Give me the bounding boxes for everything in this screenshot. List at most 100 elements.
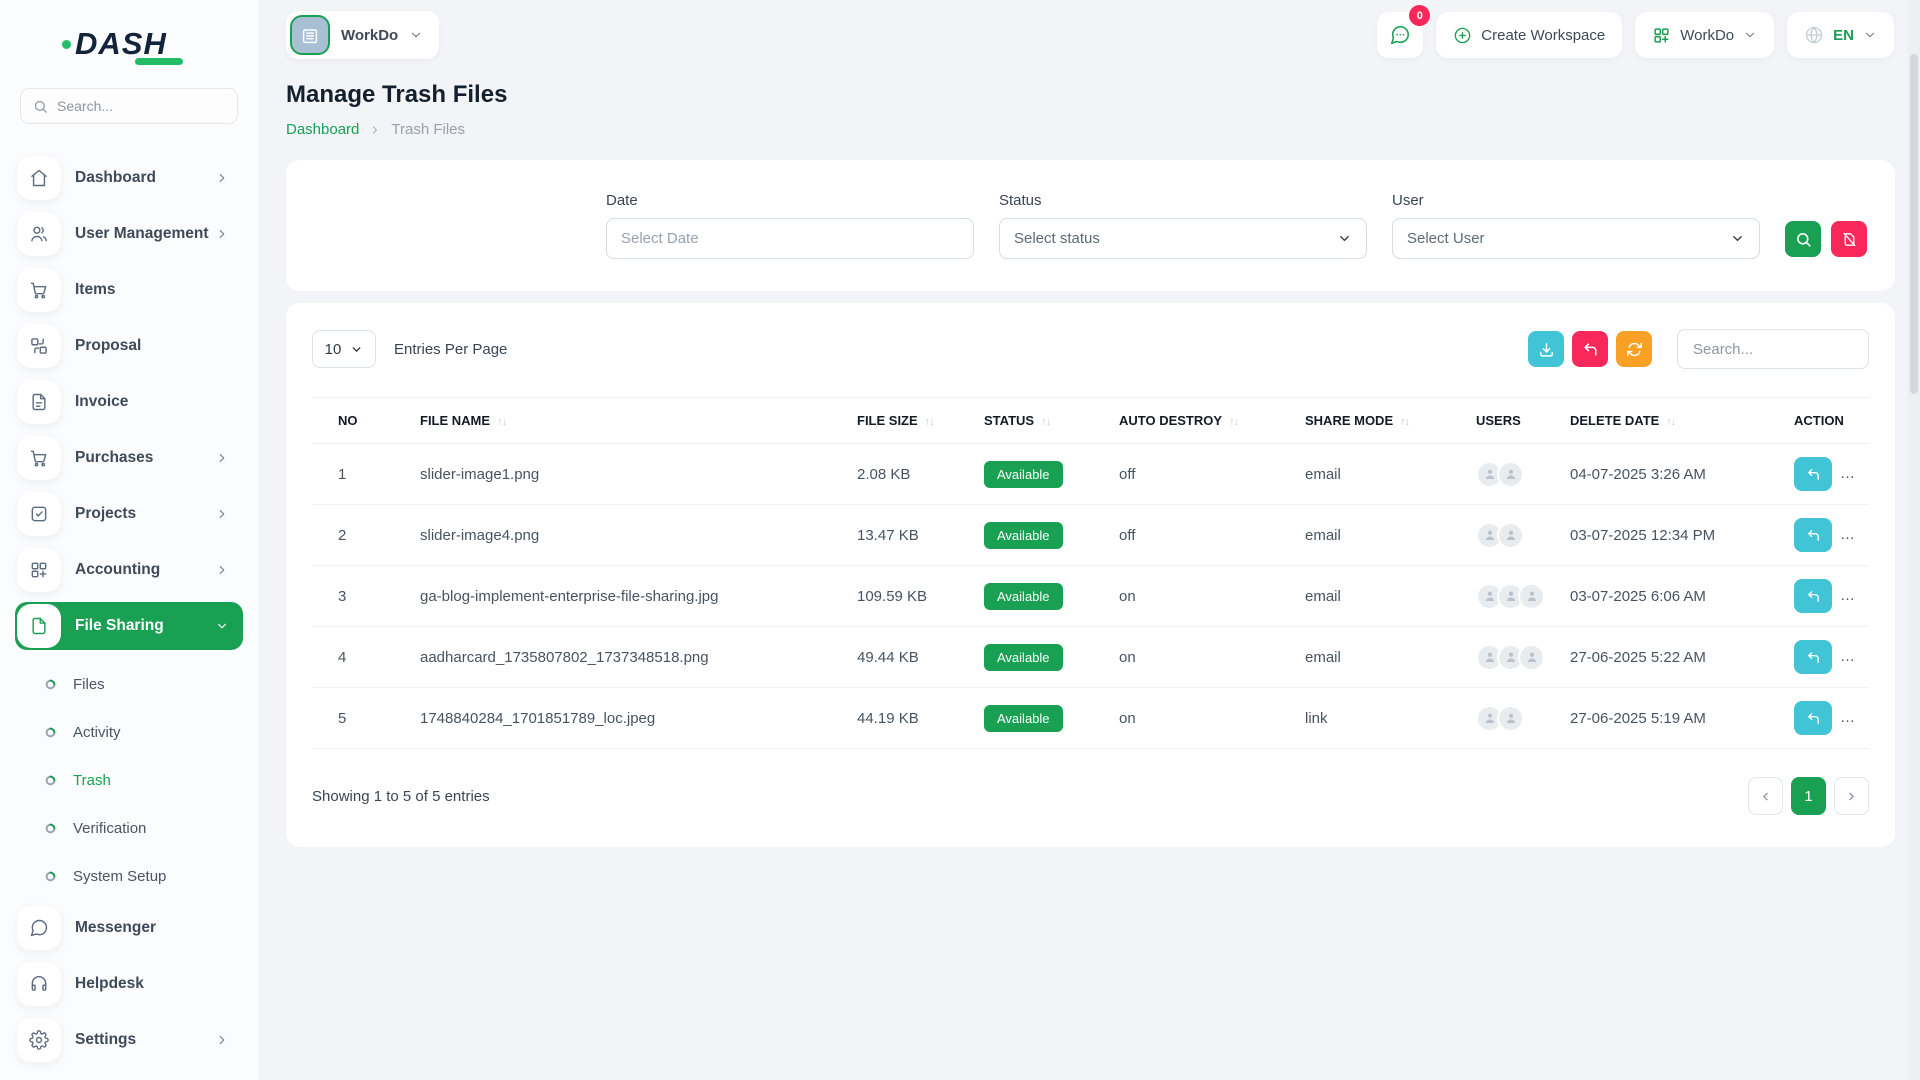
column-header-status[interactable]: STATUS↑↓ — [976, 398, 1111, 444]
cell-auto-destroy: off — [1111, 505, 1297, 566]
cell-delete-date: 03-07-2025 12:34 PM — [1562, 505, 1786, 566]
plus-circle-icon — [1453, 26, 1472, 45]
status-filter-select[interactable]: Select status — [999, 218, 1367, 259]
sidebar-item-accounting[interactable]: Accounting — [15, 546, 243, 594]
column-header-share-mode[interactable]: SHARE MODE↑↓ — [1297, 398, 1468, 444]
sidebar-item-items[interactable]: Items — [15, 266, 243, 314]
file-icon — [17, 604, 61, 648]
chevron-left-icon — [1759, 790, 1772, 803]
pagination: 1 — [1748, 777, 1869, 815]
sort-icon: ↑↓ — [1666, 416, 1675, 428]
user-filter-select[interactable]: Select User — [1392, 218, 1760, 259]
status-filter-label: Status — [999, 192, 1367, 209]
chevron-right-icon — [215, 563, 229, 577]
prev-page-button[interactable] — [1748, 777, 1783, 815]
table-search-input[interactable] — [1677, 329, 1869, 369]
sidebar-subitem-activity[interactable]: Activity — [15, 708, 243, 756]
language-label: EN — [1833, 27, 1854, 44]
headset-icon — [17, 962, 61, 1006]
app-logo[interactable]: DASH — [0, 0, 258, 62]
column-label: AUTO DESTROY — [1119, 413, 1222, 428]
next-page-button[interactable] — [1834, 777, 1869, 815]
sidebar-search-input[interactable] — [57, 98, 225, 114]
sidebar-item-user-management[interactable]: User Management — [15, 210, 243, 258]
refresh-icon — [1626, 341, 1643, 358]
sidebar-item-messenger[interactable]: Messenger — [15, 904, 243, 952]
workspace-selector[interactable]: WorkDo — [286, 11, 439, 59]
sidebar-subitem-system-setup[interactable]: System Setup — [15, 852, 243, 900]
sort-icon: ↑↓ — [1229, 416, 1238, 428]
sidebar-item-helpdesk[interactable]: Helpdesk — [15, 960, 243, 1008]
restore-button[interactable] — [1794, 518, 1832, 552]
status-badge: Available — [984, 522, 1063, 549]
chat-icon — [1389, 24, 1411, 46]
ring-icon — [45, 727, 56, 738]
sidebar-subitem-trash[interactable]: Trash — [15, 756, 243, 804]
sidebar-search[interactable] — [20, 88, 238, 124]
sidebar-item-proposal[interactable]: Proposal — [15, 322, 243, 370]
trash-files-panel: 10 Entries Per Page — [286, 303, 1895, 847]
date-filter-input[interactable] — [606, 218, 974, 259]
cell-file-size: 49.44 KB — [849, 627, 976, 688]
sidebar-subitem-label: Files — [73, 676, 105, 693]
sidebar-subitem-files[interactable]: Files — [15, 660, 243, 708]
page-size-select[interactable]: 10 — [312, 330, 376, 368]
column-label: FILE NAME — [420, 413, 490, 428]
table-row: 1slider-image1.png2.08 KBAvailableoffema… — [312, 444, 1869, 505]
sidebar-item-settings[interactable]: Settings — [15, 1016, 243, 1064]
cell-no: 5 — [312, 688, 412, 749]
column-header-auto-destroy[interactable]: AUTO DESTROY ↑↓ — [1111, 398, 1297, 444]
sidebar-item-label: File Sharing — [75, 617, 215, 635]
cell-delete-date: 03-07-2025 6:06 AM — [1562, 566, 1786, 627]
reset-filter-button[interactable] — [1831, 221, 1867, 257]
column-header-file-size[interactable]: FILE SIZE↑↓ — [849, 398, 976, 444]
chat-icon — [17, 906, 61, 950]
cell-file-size: 2.08 KB — [849, 444, 976, 505]
language-selector[interactable]: EN — [1787, 12, 1894, 58]
users-avatars — [1476, 705, 1554, 732]
column-header-file-name[interactable]: FILE NAME↑↓ — [412, 398, 849, 444]
create-workspace-button[interactable]: Create Workspace — [1436, 12, 1622, 58]
scrollbar-thumb[interactable] — [1910, 54, 1918, 394]
cell-file-size: 13.47 KB — [849, 505, 976, 566]
cell-no: 3 — [312, 566, 412, 627]
workspace-avatar-building-icon — [290, 15, 330, 55]
cell-share-mode: email — [1297, 627, 1468, 688]
apply-filter-button[interactable] — [1785, 221, 1821, 257]
column-header-delete-date[interactable]: DELETE DATE↑↓ — [1562, 398, 1786, 444]
user-avatar — [1497, 705, 1524, 732]
restore-button[interactable] — [1794, 457, 1832, 491]
sidebar-item-projects[interactable]: Projects — [15, 490, 243, 538]
sidebar-item-file-sharing[interactable]: File Sharing — [15, 602, 243, 650]
breadcrumb-dashboard-link[interactable]: Dashboard — [286, 121, 359, 138]
column-header-no: NO — [312, 398, 412, 444]
page-1-button[interactable]: 1 — [1791, 777, 1826, 815]
download-icon — [1538, 341, 1555, 358]
restore-button[interactable] — [1794, 701, 1832, 735]
sidebar-item-dashboard[interactable]: Dashboard — [15, 154, 243, 202]
sidebar-item-invoice[interactable]: Invoice — [15, 378, 243, 426]
export-button[interactable] — [1528, 331, 1564, 367]
cell-file-name: ga-blog-implement-enterprise-file-sharin… — [412, 566, 849, 627]
status-badge: Available — [984, 583, 1063, 610]
refresh-button[interactable] — [1616, 331, 1652, 367]
messages-button[interactable]: 0 — [1377, 12, 1423, 58]
sidebar-item-purchases[interactable]: Purchases — [15, 434, 243, 482]
undo-button[interactable] — [1572, 331, 1608, 367]
users-avatars — [1476, 461, 1554, 488]
scrollbar[interactable] — [1908, 0, 1920, 1080]
chevron-down-icon — [1863, 28, 1877, 42]
user-avatar — [1497, 522, 1524, 549]
sidebar-subitem-verification[interactable]: Verification — [15, 804, 243, 852]
status-badge: Available — [984, 705, 1063, 732]
restore-button[interactable] — [1794, 640, 1832, 674]
restore-button[interactable] — [1794, 579, 1832, 613]
users-icon — [17, 212, 61, 256]
showing-entries-text: Showing 1 to 5 of 5 entries — [312, 788, 490, 805]
chevron-right-icon — [215, 171, 229, 185]
cell-file-name: slider-image4.png — [412, 505, 849, 566]
cell-file-name: slider-image1.png — [412, 444, 849, 505]
cart-icon — [17, 436, 61, 480]
date-input[interactable] — [621, 230, 959, 247]
workspace-menu-button[interactable]: WorkDo — [1635, 12, 1774, 58]
